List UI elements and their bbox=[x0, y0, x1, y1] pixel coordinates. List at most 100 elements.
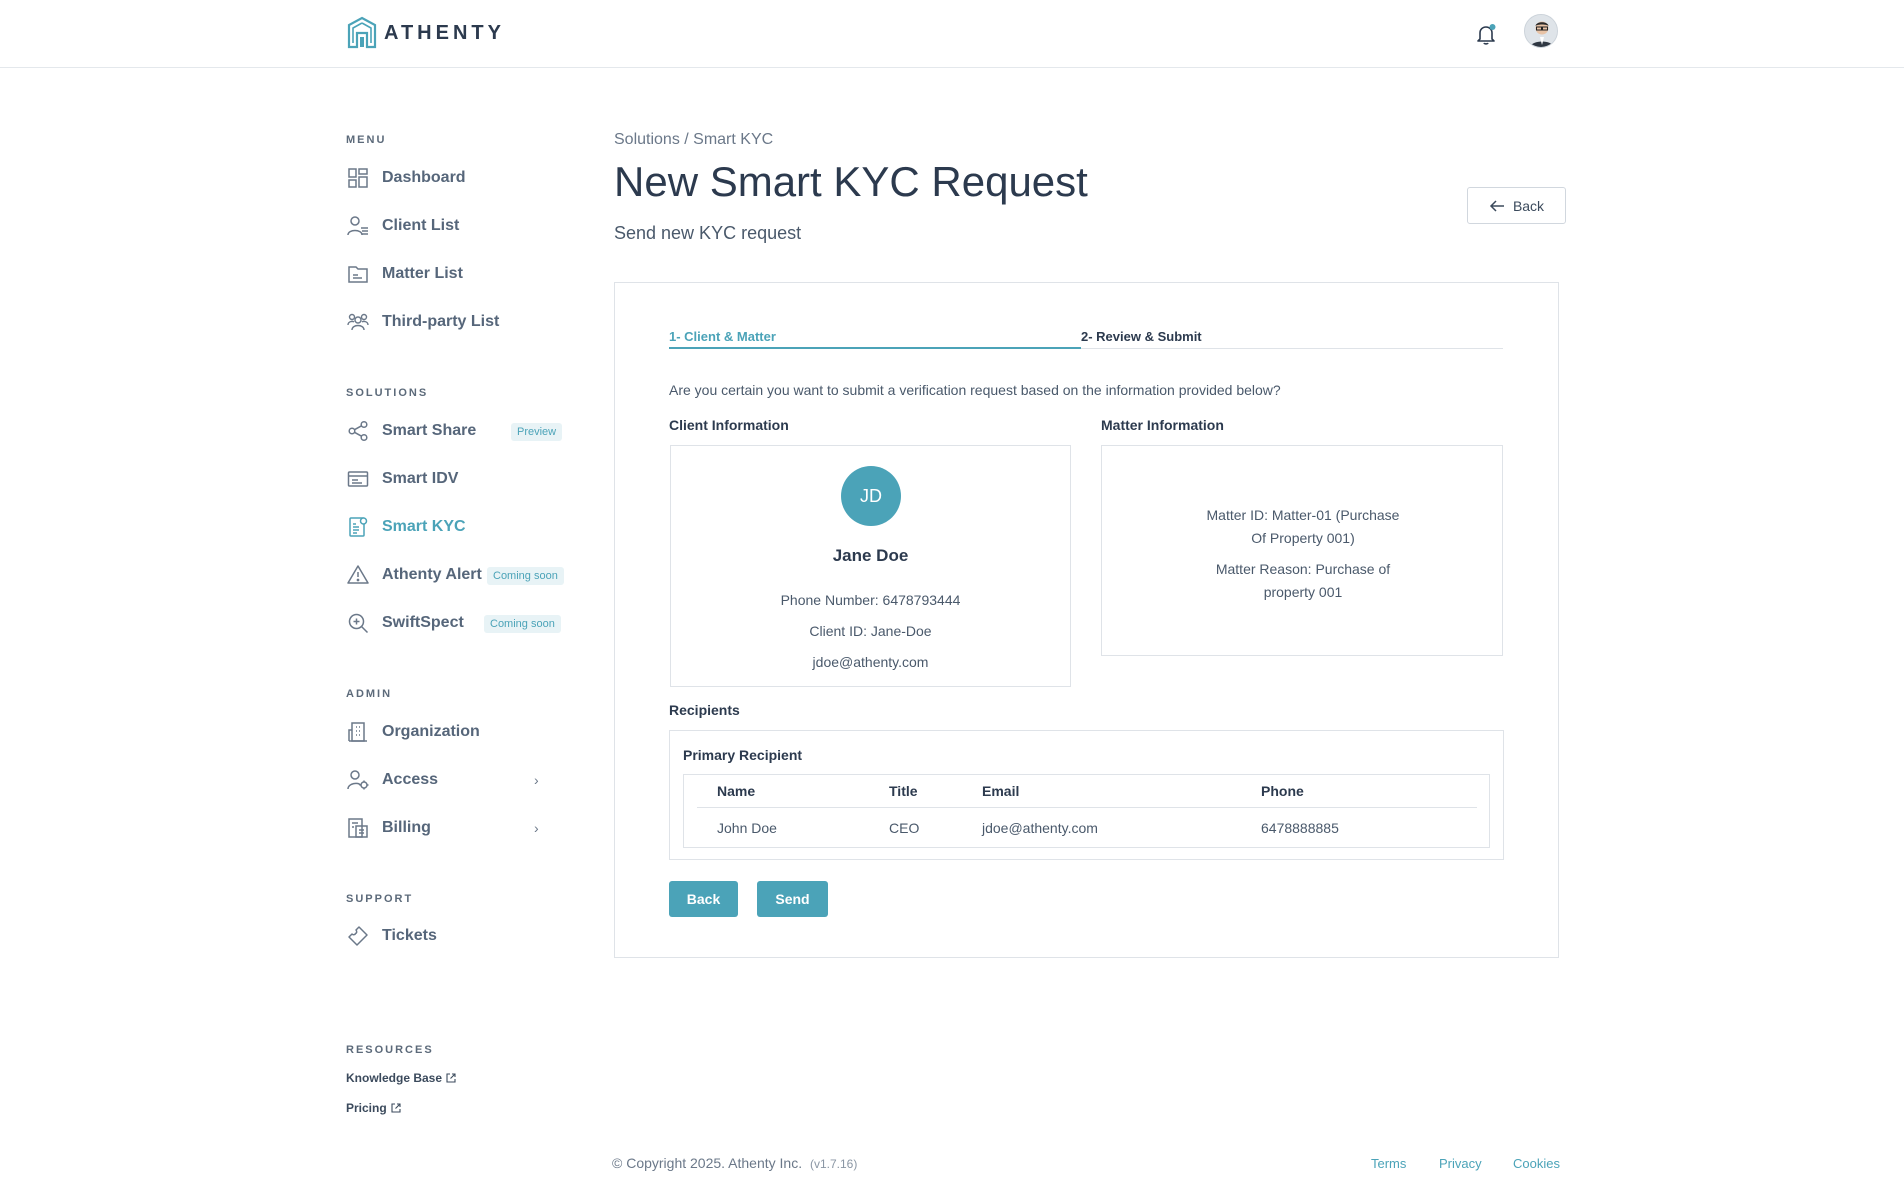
top-bar: ATHENTY bbox=[0, 0, 1904, 68]
notifications-bell-icon[interactable] bbox=[1474, 22, 1498, 46]
table-divider bbox=[697, 807, 1477, 808]
sidebar-item-label: Smart Share bbox=[382, 422, 477, 439]
arrow-left-icon bbox=[1489, 199, 1504, 212]
preview-badge: Preview bbox=[511, 423, 563, 441]
sidebar-item-organization[interactable]: Organization bbox=[346, 717, 566, 747]
sidebar-item-dashboard[interactable]: Dashboard bbox=[346, 163, 566, 193]
back-step-button[interactable]: Back bbox=[669, 881, 738, 917]
sidebar-item-athenty-alert[interactable]: Athenty Alert Coming soon bbox=[346, 560, 566, 590]
client-email: jdoe@athenty.com bbox=[812, 654, 929, 670]
client-initials-avatar: JD bbox=[841, 466, 901, 526]
client-information-title: Client Information bbox=[669, 417, 789, 433]
client-name: Jane Doe bbox=[832, 546, 909, 565]
kyc-request-card: 1- Client & Matter 2- Review & Submit Ar… bbox=[614, 282, 1559, 958]
sidebar-item-label: Smart IDV bbox=[382, 470, 459, 487]
back-button-label: Back bbox=[1512, 197, 1545, 214]
support-section-title: SUPPORT bbox=[346, 893, 414, 905]
tab-review-submit[interactable]: 2- Review & Submit bbox=[1081, 329, 1202, 344]
sidebar-item-label: Matter List bbox=[382, 265, 463, 282]
resources-section-title: RESOURCES bbox=[346, 1044, 434, 1056]
tab-client-matter[interactable]: 1- Client & Matter bbox=[669, 329, 776, 344]
sidebar-item-label: Third-party List bbox=[382, 313, 500, 330]
recipient-title-cell: CEO bbox=[889, 820, 920, 836]
external-link-icon bbox=[446, 1073, 456, 1083]
client-phone: Phone Number: 6478793444 bbox=[780, 592, 961, 608]
copyright: © Copyright 2025. Athenty Inc. (v1.7.16) bbox=[612, 1155, 857, 1171]
sidebar-item-access[interactable]: Access › bbox=[346, 765, 566, 795]
cookies-link[interactable]: Cookies bbox=[1513, 1156, 1560, 1171]
athenty-logo[interactable]: ATHENTY bbox=[346, 16, 505, 50]
kyc-document-icon bbox=[346, 515, 370, 539]
user-avatar[interactable] bbox=[1524, 14, 1558, 48]
sidebar-item-smart-idv[interactable]: Smart IDV bbox=[346, 464, 566, 494]
recipients-title: Recipients bbox=[669, 702, 740, 718]
sidebar-item-swiftspect[interactable]: SwiftSpect Coming soon bbox=[346, 608, 566, 638]
column-header-name: Name bbox=[717, 783, 756, 799]
recipient-email-cell: jdoe@athenty.com bbox=[982, 820, 1098, 836]
recipients-table: Name Title Email Phone John Doe CEO jdoe… bbox=[683, 774, 1490, 848]
sidebar-item-label: Billing bbox=[382, 819, 431, 836]
client-list-icon bbox=[346, 214, 370, 238]
matter-id-line-2: Of Property 001) bbox=[1251, 530, 1355, 546]
terms-link[interactable]: Terms bbox=[1371, 1156, 1406, 1171]
dashboard-icon bbox=[346, 166, 370, 190]
column-header-phone: Phone bbox=[1261, 783, 1304, 799]
folder-icon bbox=[346, 262, 370, 286]
external-link-icon bbox=[391, 1103, 401, 1113]
sidebar-item-label: Athenty Alert bbox=[382, 566, 482, 583]
invoice-icon bbox=[346, 816, 370, 840]
user-settings-icon bbox=[346, 768, 370, 792]
ticket-icon bbox=[346, 924, 370, 948]
share-icon bbox=[346, 419, 370, 443]
active-tab-indicator bbox=[669, 347, 1081, 349]
admin-section-title: ADMIN bbox=[346, 688, 393, 700]
brand-name: ATHENTY bbox=[384, 21, 505, 44]
sidebar-item-third-party-list[interactable]: Third-party List bbox=[346, 307, 566, 337]
send-button[interactable]: Send bbox=[757, 881, 828, 917]
solutions-section-title: SOLUTIONS bbox=[346, 387, 429, 399]
sidebar-item-client-list[interactable]: Client List bbox=[346, 211, 566, 241]
sidebar-item-label: Client List bbox=[382, 217, 460, 234]
app-version: (v1.7.16) bbox=[809, 1157, 858, 1171]
matter-reason-line-1: Matter Reason: Purchase of bbox=[1215, 561, 1391, 577]
sidebar-item-smart-kyc[interactable]: Smart KYC bbox=[346, 512, 566, 542]
sidebar-item-label: Dashboard bbox=[382, 169, 466, 186]
client-id: Client ID: Jane-Doe bbox=[809, 623, 932, 639]
knowledge-base-link[interactable]: Knowledge Base bbox=[346, 1071, 456, 1085]
pricing-label: Pricing bbox=[346, 1101, 387, 1115]
sidebar-item-smart-share[interactable]: Smart Share Preview bbox=[346, 416, 566, 446]
sidebar-item-matter-list[interactable]: Matter List bbox=[346, 259, 566, 289]
building-icon bbox=[346, 720, 370, 744]
copyright-text: © Copyright 2025. Athenty Inc. bbox=[612, 1155, 803, 1171]
page-subtitle: Send new KYC request bbox=[614, 223, 802, 243]
id-card-icon bbox=[346, 467, 370, 491]
confirmation-text: Are you certain you want to submit a ver… bbox=[669, 382, 1281, 398]
matter-reason-line-2: property 001 bbox=[1263, 584, 1343, 600]
menu-section-title: MENU bbox=[346, 134, 387, 146]
breadcrumb: Solutions / Smart KYC bbox=[614, 131, 774, 148]
sidebar-item-label: SwiftSpect bbox=[382, 614, 464, 631]
primary-recipient-title: Primary Recipient bbox=[683, 747, 803, 763]
privacy-link[interactable]: Privacy bbox=[1439, 1156, 1482, 1171]
sidebar-item-tickets[interactable]: Tickets bbox=[346, 921, 566, 951]
column-header-email: Email bbox=[982, 783, 1020, 799]
recipients-box: Primary Recipient Name Title Email Phone… bbox=[669, 730, 1504, 860]
warning-icon bbox=[346, 563, 370, 587]
chevron-right-icon[interactable]: › bbox=[534, 772, 539, 788]
matter-information-box: Matter ID: Matter-01 (Purchase Of Proper… bbox=[1101, 445, 1503, 656]
matter-information-title: Matter Information bbox=[1101, 417, 1224, 433]
recipient-name-cell: John Doe bbox=[717, 820, 777, 836]
column-header-title: Title bbox=[889, 783, 918, 799]
recipient-phone-cell: 6478888885 bbox=[1261, 820, 1339, 836]
sidebar-item-label: Organization bbox=[382, 723, 480, 740]
zoom-in-icon bbox=[346, 611, 370, 635]
group-icon bbox=[346, 310, 370, 334]
chevron-right-icon[interactable]: › bbox=[534, 820, 539, 836]
pricing-link[interactable]: Pricing bbox=[346, 1101, 401, 1115]
client-information-box: JD Jane Doe Phone Number: 6478793444 Cli… bbox=[670, 445, 1071, 687]
knowledge-base-label: Knowledge Base bbox=[346, 1071, 443, 1085]
sidebar-item-billing[interactable]: Billing › bbox=[346, 813, 566, 843]
coming-soon-badge: Coming soon bbox=[487, 567, 564, 585]
matter-id-line-1: Matter ID: Matter-01 (Purchase bbox=[1206, 507, 1400, 523]
back-button[interactable]: Back bbox=[1467, 187, 1566, 224]
